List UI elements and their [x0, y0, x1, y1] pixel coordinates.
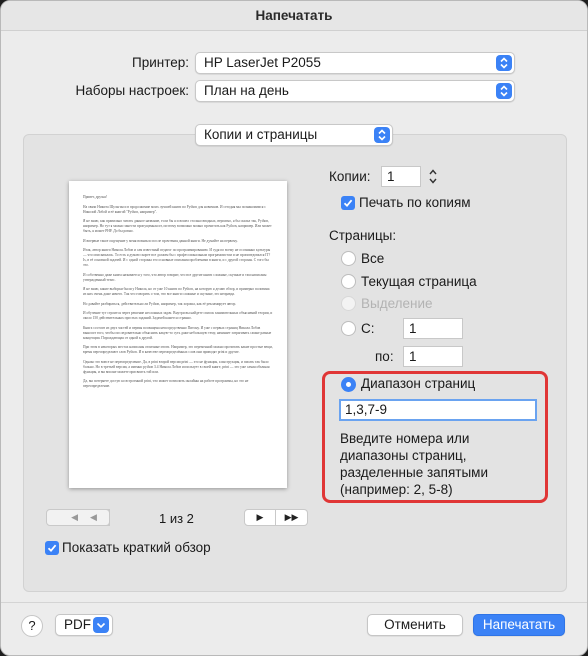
show-summary-label: Показать краткий обзор — [62, 540, 211, 555]
pages-selection-radio — [341, 296, 356, 311]
preview-paragraph: Книга состоит из двух частей и первая по… — [83, 325, 272, 340]
show-summary-checkbox[interactable] — [45, 541, 59, 555]
prev-page-button[interactable]: ◀ — [78, 509, 110, 526]
last-page-icon: ▶▶ — [284, 512, 299, 522]
help-icon: ? — [28, 618, 36, 633]
pages-all-label: Все — [361, 251, 385, 266]
popup-arrows-icon — [496, 83, 512, 99]
preview-paragraph: Итак, автор книги Николя Лобов и сам изв… — [83, 248, 271, 267]
copies-label: Копии: — [329, 169, 371, 184]
section-value: Копии и страницы — [204, 127, 318, 142]
page-preview: Привет, друзья! На связи Никита Шульгин … — [69, 181, 287, 488]
section-select[interactable]: Копии и страницы — [195, 124, 393, 146]
preview-paragraph: Привет, друзья! — [83, 195, 107, 199]
presets-value: План на день — [204, 83, 289, 98]
preview-paragraph: На связи Никита Шульгин и в продолжение … — [83, 204, 266, 214]
pdf-menu-button[interactable]: PDF — [55, 614, 113, 636]
printer-select[interactable]: HP LaserJet P2055 — [195, 52, 515, 74]
copies-stepper[interactable] — [427, 166, 439, 187]
preview-paragraph: И собственно даже книга называется у тог… — [83, 272, 267, 282]
pages-current-radio[interactable] — [341, 274, 356, 289]
pages-current-label: Текущая страница — [361, 274, 477, 289]
checkmark-icon — [343, 199, 353, 208]
last-page-button[interactable]: ▶▶ — [276, 509, 308, 526]
printer-label: Принтер: — [131, 55, 189, 70]
copies-field[interactable]: 1 — [381, 166, 421, 187]
print-copies-checkbox[interactable] — [341, 196, 355, 210]
popup-arrows-icon — [496, 55, 512, 71]
presets-select[interactable]: План на день — [195, 80, 515, 102]
checkmark-icon — [47, 544, 57, 553]
preview-paragraph: При этом в некоторых местах написаны отл… — [83, 345, 273, 354]
preview-paragraph: Я не знаю, как правильно читать данное н… — [83, 219, 272, 233]
pages-to-field[interactable]: 1 — [403, 346, 463, 367]
next-page-icon: ▶ — [256, 512, 264, 522]
footer-divider — [1, 602, 587, 603]
pages-range-hint: Введите номера или диапазоны страниц, ра… — [340, 431, 488, 497]
window-title: Напечатать — [1, 1, 587, 31]
pages-to-label: по: — [375, 349, 394, 364]
preview-paragraph: Я не знаю, какие выборки были у Никола, … — [83, 287, 270, 296]
pdf-label: PDF — [64, 617, 91, 632]
preview-paragraph: Однако это вовсе не переопределение. Да,… — [83, 359, 270, 374]
help-button[interactable]: ? — [21, 615, 43, 637]
pages-from-radio[interactable] — [341, 321, 356, 336]
pages-all-radio[interactable] — [341, 251, 356, 266]
presets-label: Наборы настроек: — [75, 83, 189, 98]
chevron-down-icon — [93, 617, 109, 633]
pages-label: Страницы: — [329, 228, 397, 243]
pages-from-label: С: — [361, 321, 375, 336]
preview-paragraph: Но давайте разбираться, действительно ли… — [83, 301, 237, 306]
pages-range-label: Диапазон страниц — [361, 376, 476, 391]
stepper-arrows-icon — [429, 169, 437, 184]
page-indicator: 1 из 2 — [159, 511, 194, 526]
printer-value: HP LaserJet P2055 — [204, 55, 321, 70]
pages-from-field[interactable]: 1 — [403, 318, 463, 339]
pages-range-field[interactable]: 1,3,7-9 — [339, 399, 537, 421]
cancel-button[interactable]: Отменить — [367, 614, 463, 636]
print-copies-label: Печать по копиям — [359, 195, 471, 210]
print-dialog: Напечатать Принтер: HP LaserJet P2055 На… — [0, 0, 588, 656]
preview-paragraph: И обучение тут строится через решение не… — [83, 311, 273, 320]
prev-page-icon: ◀ — [90, 512, 97, 522]
next-page-button[interactable]: ▶ — [244, 509, 276, 526]
preview-paragraph: Да, вы потеряете доступ ко встроенной pr… — [83, 379, 249, 388]
preview-paragraph: И впервые такое ощущение у меня возникло… — [83, 238, 238, 243]
pages-selection-label: Выделение — [361, 296, 433, 311]
print-button[interactable]: Напечатать — [473, 614, 565, 636]
popup-arrows-icon — [374, 127, 390, 143]
pages-range-radio[interactable] — [341, 377, 356, 392]
